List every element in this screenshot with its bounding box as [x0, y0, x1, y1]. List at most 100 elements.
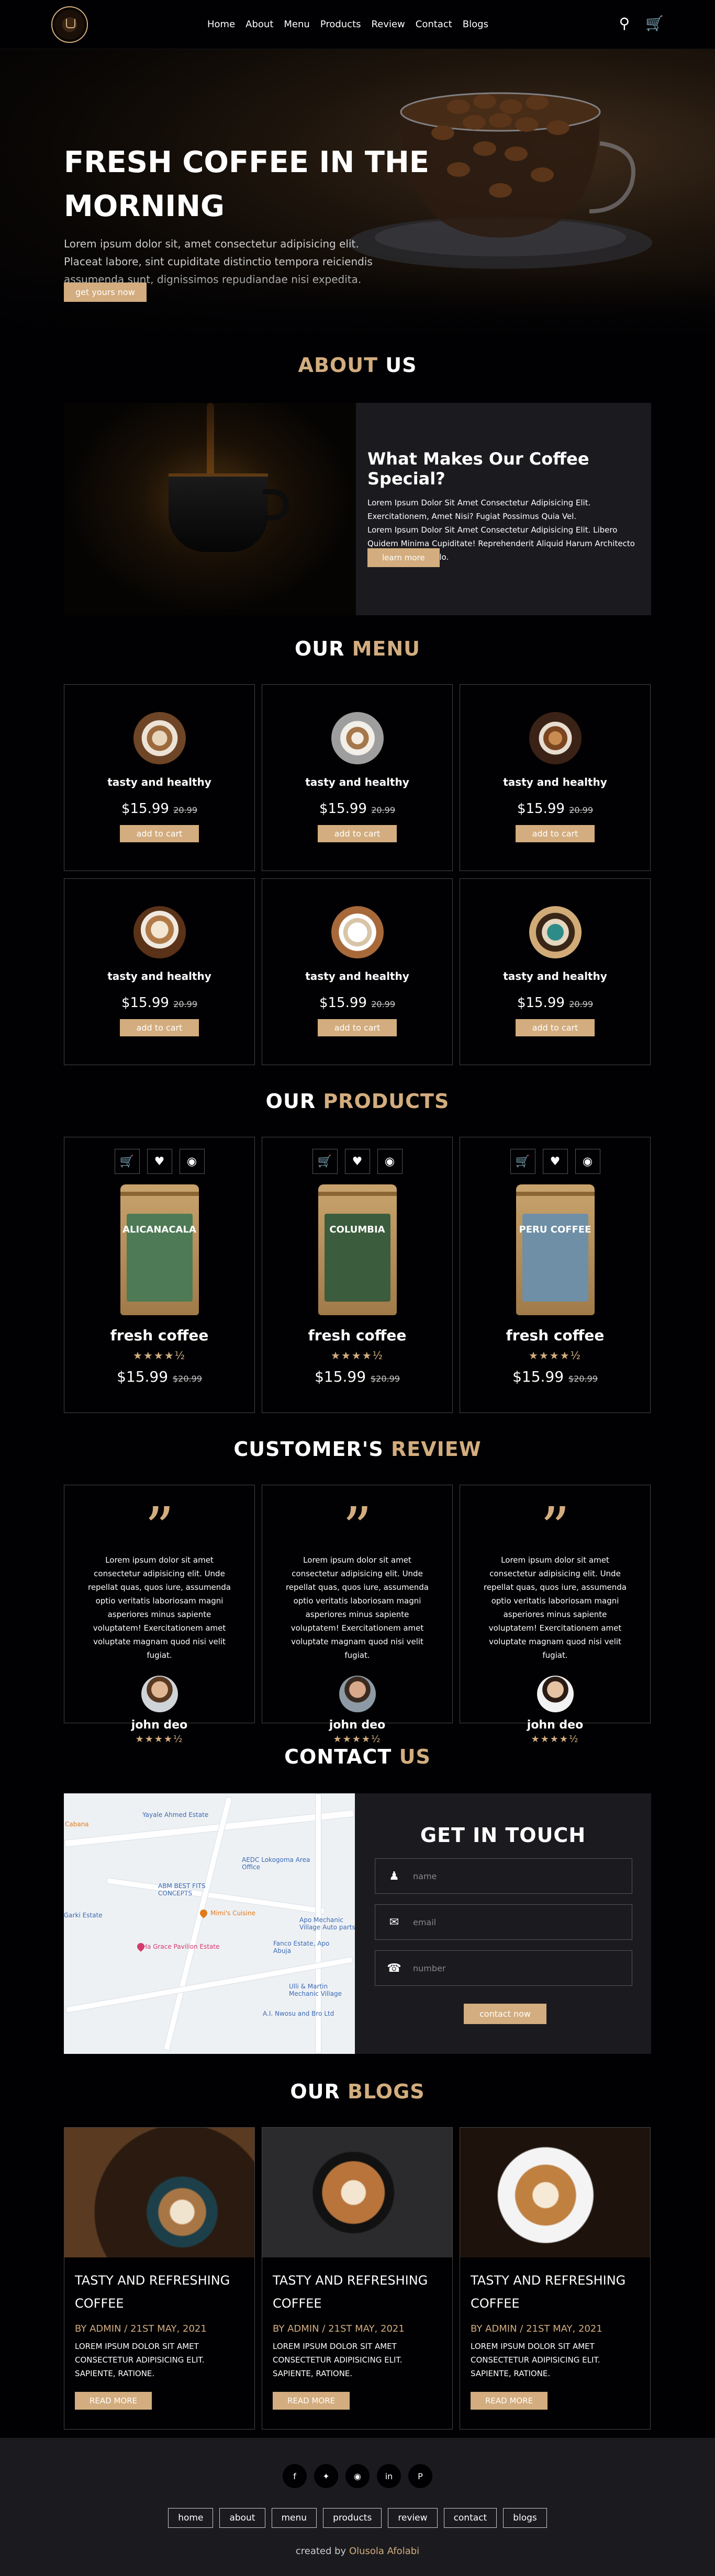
- price-current: $15.99: [121, 801, 169, 817]
- bag-brand: PERU COFFEE: [519, 1224, 591, 1235]
- learn-more-button[interactable]: learn more: [367, 548, 440, 567]
- email-field[interactable]: ✉ email: [375, 1904, 632, 1940]
- cart-icon[interactable]: 🛒: [510, 1149, 535, 1174]
- blog-text: LOREM IPSUM DOLOR SIT AMET CONSECTETUR A…: [75, 2342, 205, 2378]
- nav-contact[interactable]: Contact: [416, 19, 452, 30]
- footer-link-contact[interactable]: contact: [443, 2508, 497, 2528]
- blog-title: TASTY AND REFRESHING COFFEE: [471, 2273, 626, 2311]
- add-to-cart-button[interactable]: add to cart: [515, 1019, 595, 1036]
- footer-link-products[interactable]: products: [323, 2508, 382, 2528]
- footer-link-about[interactable]: about: [219, 2508, 265, 2528]
- price-old: 20.99: [569, 999, 594, 1009]
- about-content: What Makes Our Coffee Special? Lorem Ips…: [367, 449, 640, 564]
- add-to-cart-button[interactable]: add to cart: [515, 825, 595, 842]
- map[interactable]: Yayale Ahmed Estate AEDC Lokogoma Area O…: [64, 1793, 355, 2054]
- cart-icon[interactable]: 🛒: [114, 1149, 140, 1174]
- about-paragraph-1: Lorem Ipsum Dolor Sit Amet Consectetur A…: [367, 498, 591, 521]
- search-icon[interactable]: ⚲: [619, 15, 630, 32]
- product-card: 🛒 ♥ ◉ ALICANACALA fresh coffee ★★★★½ $15…: [64, 1137, 255, 1413]
- price-current: $15.99: [517, 995, 565, 1011]
- nav-blogs[interactable]: Blogs: [463, 19, 488, 30]
- price-old: $20.99: [568, 1374, 598, 1384]
- nav-menu[interactable]: Menu: [284, 19, 309, 30]
- eye-icon[interactable]: ◉: [179, 1149, 205, 1174]
- contact-heading-main: CONTACT: [284, 1745, 392, 1768]
- menu-grid: tasty and healthy $15.99 20.99 add to ca…: [64, 684, 651, 1065]
- products-heading-accent: PRODUCTS: [323, 1090, 450, 1113]
- pinterest-icon[interactable]: P: [408, 2464, 432, 2488]
- add-to-cart-button[interactable]: add to cart: [317, 1019, 397, 1036]
- add-to-cart-button[interactable]: add to cart: [119, 825, 199, 842]
- menu-item-name: tasty and healthy: [503, 970, 607, 982]
- nav-review[interactable]: Review: [372, 19, 405, 30]
- footer-link-home[interactable]: home: [168, 2508, 214, 2528]
- footer-link-blogs[interactable]: blogs: [503, 2508, 547, 2528]
- review-heading: CUSTOMER'S REVIEW: [0, 1438, 715, 1461]
- read-more-button[interactable]: READ MORE: [75, 2392, 152, 2410]
- site-header: Home About Menu Products Review Contact …: [0, 0, 715, 49]
- nav-products[interactable]: Products: [320, 19, 361, 30]
- main-nav: Home About Menu Products Review Contact …: [207, 19, 499, 30]
- nav-about[interactable]: About: [245, 19, 273, 30]
- nav-home[interactable]: Home: [207, 19, 235, 30]
- cart-icon[interactable]: 🛒: [645, 15, 664, 32]
- menu-item-name: tasty and healthy: [305, 970, 409, 982]
- number-field[interactable]: ☎ number: [375, 1950, 632, 1986]
- coffee-image: [529, 712, 582, 764]
- product-actions: 🛒 ♥ ◉: [460, 1149, 650, 1174]
- social-links: f ✦ ◉ in P: [0, 2464, 715, 2488]
- linkedin-icon[interactable]: in: [377, 2464, 401, 2488]
- eye-icon[interactable]: ◉: [575, 1149, 600, 1174]
- footer-link-menu[interactable]: menu: [271, 2508, 317, 2528]
- heart-icon[interactable]: ♥: [344, 1149, 370, 1174]
- about-heading-second: US: [385, 354, 417, 377]
- price-old: 20.99: [371, 805, 396, 815]
- eye-icon[interactable]: ◉: [377, 1149, 403, 1174]
- get-yours-now-button[interactable]: get yours now: [64, 283, 147, 302]
- review-card: ” Lorem ipsum dolor sit amet consectetur…: [262, 1485, 453, 1745]
- name-field[interactable]: ♟ name: [375, 1858, 632, 1894]
- quote-icon: ”: [342, 1495, 372, 1562]
- star-rating: ★★★★½: [330, 1349, 384, 1362]
- read-more-button[interactable]: READ MORE: [471, 2392, 548, 2410]
- footer: f ✦ ◉ in P home about menu products revi…: [0, 2438, 715, 2576]
- cup-handle: [263, 489, 289, 521]
- price-current: $15.99: [319, 801, 367, 817]
- map-label: A.I. Nwosu and Bro Ltd: [263, 2010, 334, 2017]
- menu-item-name: tasty and healthy: [503, 776, 607, 788]
- review-text: Lorem ipsum dolor sit amet consectetur a…: [87, 1555, 231, 1660]
- add-to-cart-button[interactable]: add to cart: [119, 1019, 199, 1036]
- contact-now-button[interactable]: contact now: [464, 2004, 546, 2024]
- price-old: 20.99: [371, 999, 396, 1009]
- product-name: fresh coffee: [110, 1327, 209, 1344]
- heart-icon[interactable]: ♥: [542, 1149, 568, 1174]
- read-more-button[interactable]: READ MORE: [273, 2392, 350, 2410]
- quote-icon: ”: [540, 1495, 570, 1562]
- footer-link-review[interactable]: review: [388, 2508, 438, 2528]
- cart-icon[interactable]: 🛒: [312, 1149, 338, 1174]
- blog-text: LOREM IPSUM DOLOR SIT AMET CONSECTETUR A…: [273, 2342, 403, 2378]
- logo[interactable]: [51, 6, 88, 43]
- heart-icon[interactable]: ♥: [147, 1149, 172, 1174]
- twitter-icon[interactable]: ✦: [314, 2464, 338, 2488]
- review-card: ” Lorem ipsum dolor sit amet consectetur…: [64, 1485, 255, 1745]
- products-heading: OUR PRODUCTS: [0, 1090, 715, 1113]
- blog-card: TASTY AND REFRESHING COFFEE BY ADMIN / 2…: [460, 2127, 651, 2430]
- price-old: 20.99: [173, 999, 198, 1009]
- contact-form: GET IN TOUCH ♟ name ✉ email ☎ number con…: [355, 1793, 651, 2054]
- coffee-image: [133, 906, 186, 958]
- coffee-pour: [207, 403, 214, 476]
- add-to-cart-button[interactable]: add to cart: [317, 825, 397, 842]
- instagram-icon[interactable]: ◉: [345, 2464, 370, 2488]
- blog-date: BY ADMIN / 21ST MAY, 2021: [471, 2323, 602, 2334]
- price-current: $15.99: [121, 995, 169, 1011]
- blog-title: TASTY AND REFRESHING COFFEE: [75, 2273, 230, 2311]
- product-actions: 🛒 ♥ ◉: [262, 1149, 452, 1174]
- header-icons: ⚲ 🛒: [619, 15, 664, 32]
- credit: created by Olusola Afolabi: [0, 2546, 715, 2557]
- blog-title: TASTY AND REFRESHING COFFEE: [273, 2273, 428, 2311]
- map-label: Cabana: [65, 1821, 89, 1828]
- reviewer-name: john deo: [527, 1719, 584, 1732]
- facebook-icon[interactable]: f: [283, 2464, 307, 2488]
- name-placeholder: name: [413, 1871, 437, 1881]
